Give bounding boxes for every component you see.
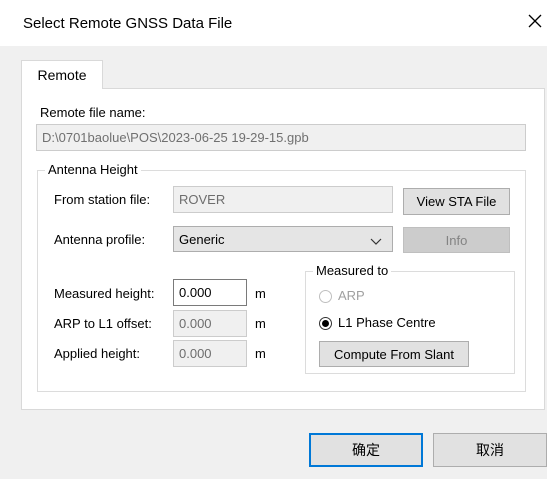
arp-offset-field: 0.000: [173, 310, 247, 337]
antenna-profile-label: Antenna profile:: [54, 232, 146, 247]
applied-height-unit: m: [255, 346, 266, 361]
antenna-profile-value: Generic: [179, 232, 225, 247]
arp-radio-label: ARP: [338, 288, 365, 303]
measured-height-input[interactable]: 0.000: [173, 279, 247, 306]
applied-height-field: 0.000: [173, 340, 247, 367]
tab-remote[interactable]: Remote: [21, 60, 103, 89]
measured-height-unit: m: [255, 286, 266, 301]
l1-phase-centre-radio[interactable]: [319, 317, 332, 330]
arp-radio[interactable]: [319, 290, 332, 303]
chevron-down-icon: [370, 234, 382, 249]
cancel-button[interactable]: 取消: [433, 433, 547, 467]
measured-height-label: Measured height:: [54, 286, 155, 301]
antenna-height-title: Antenna Height: [45, 162, 141, 177]
close-icon[interactable]: [526, 12, 544, 30]
remote-file-label: Remote file name:: [40, 105, 146, 120]
station-file-label: From station file:: [54, 192, 151, 207]
measured-to-title: Measured to: [313, 263, 392, 278]
station-file-field: ROVER: [173, 186, 393, 213]
compute-from-slant-button[interactable]: Compute From Slant: [319, 341, 469, 367]
applied-height-label: Applied height:: [54, 346, 141, 361]
remote-file-field: D:\0701baolue\POS\2023-06-25 19-29-15.gp…: [36, 124, 526, 151]
l1-phase-centre-label: L1 Phase Centre: [338, 315, 436, 330]
arp-offset-unit: m: [255, 316, 266, 331]
arp-offset-label: ARP to L1 offset:: [54, 316, 152, 331]
window-title: Select Remote GNSS Data File: [23, 15, 233, 32]
ok-button[interactable]: 确定: [309, 433, 423, 467]
info-button[interactable]: Info: [403, 227, 510, 253]
antenna-profile-select[interactable]: Generic: [173, 226, 393, 252]
view-sta-file-button[interactable]: View STA File: [403, 188, 510, 215]
